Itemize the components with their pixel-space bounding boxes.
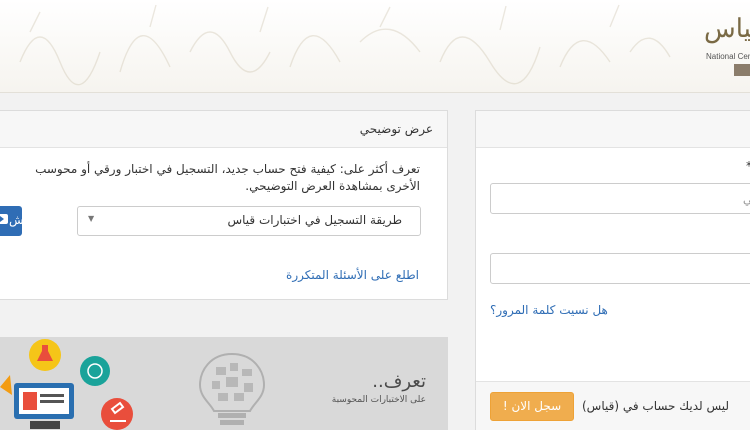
banner-title: تعرف.. [372, 371, 426, 392]
register-button[interactable]: سجل الان ! [490, 392, 574, 421]
forgot-password-link[interactable]: هل نسيت كلمة المرور؟ [490, 303, 608, 317]
demo-topic-select[interactable]: طريقة التسجيل في اختبارات قياس ▼ [77, 206, 421, 236]
logo-arabic-text: قياس [704, 14, 750, 44]
demo-description-line1: تعرف أكثر على: كيفية فتح حساب جديد، التس… [35, 162, 420, 176]
national-id-input[interactable] [490, 183, 750, 214]
no-account-text: ليس لديك حساب في (قياس) [582, 399, 730, 413]
login-panel: * هل نسيت كلمة المرور؟ سجل الان ! ليس لد… [475, 110, 750, 430]
login-panel-heading [476, 111, 750, 148]
computerized-tests-banner[interactable]: تعرف.. على الاختبارات المحوسبة [0, 337, 448, 430]
shape-icon [0, 375, 12, 395]
qiyas-logo[interactable]: قياس National Cen [700, 14, 750, 80]
microscope-icon [101, 398, 133, 430]
globe-icon [80, 356, 110, 386]
site-header: قياس National Cen [0, 0, 750, 93]
demo-topic-select-value: طريقة التسجيل في اختبارات قياس [227, 213, 402, 227]
watch-demo-label: تش [9, 213, 28, 227]
demo-panel-heading: عرض توضيحي [0, 111, 447, 148]
logo-bar [734, 64, 750, 76]
demo-description: تعرف أكثر على: كيفية فتح حساب جديد، التس… [0, 161, 420, 195]
faq-link[interactable]: اطلع على الأسئلة المتكررة [286, 268, 419, 282]
lightbulb-icon [198, 352, 266, 425]
banner-subtitle: على الاختبارات المحوسبة [331, 395, 426, 405]
password-input[interactable] [490, 253, 750, 284]
login-footer: سجل الان ! ليس لديك حساب في (قياس) [476, 381, 750, 430]
calligraphy-background [19, 4, 671, 86]
tests-icons-illustration [0, 339, 133, 430]
logo-english-text: National Cen [706, 52, 750, 61]
play-icon [0, 214, 8, 224]
watch-demo-button[interactable]: تش [0, 206, 28, 236]
chevron-down-icon: ▼ [88, 214, 95, 223]
demo-description-line2: الأخرى بمشاهدة العرض التوضيحي. [245, 179, 420, 193]
required-mark: * [746, 159, 750, 173]
demo-panel: عرض توضيحي تعرف أكثر على: كيفية فتح حساب… [0, 110, 448, 300]
